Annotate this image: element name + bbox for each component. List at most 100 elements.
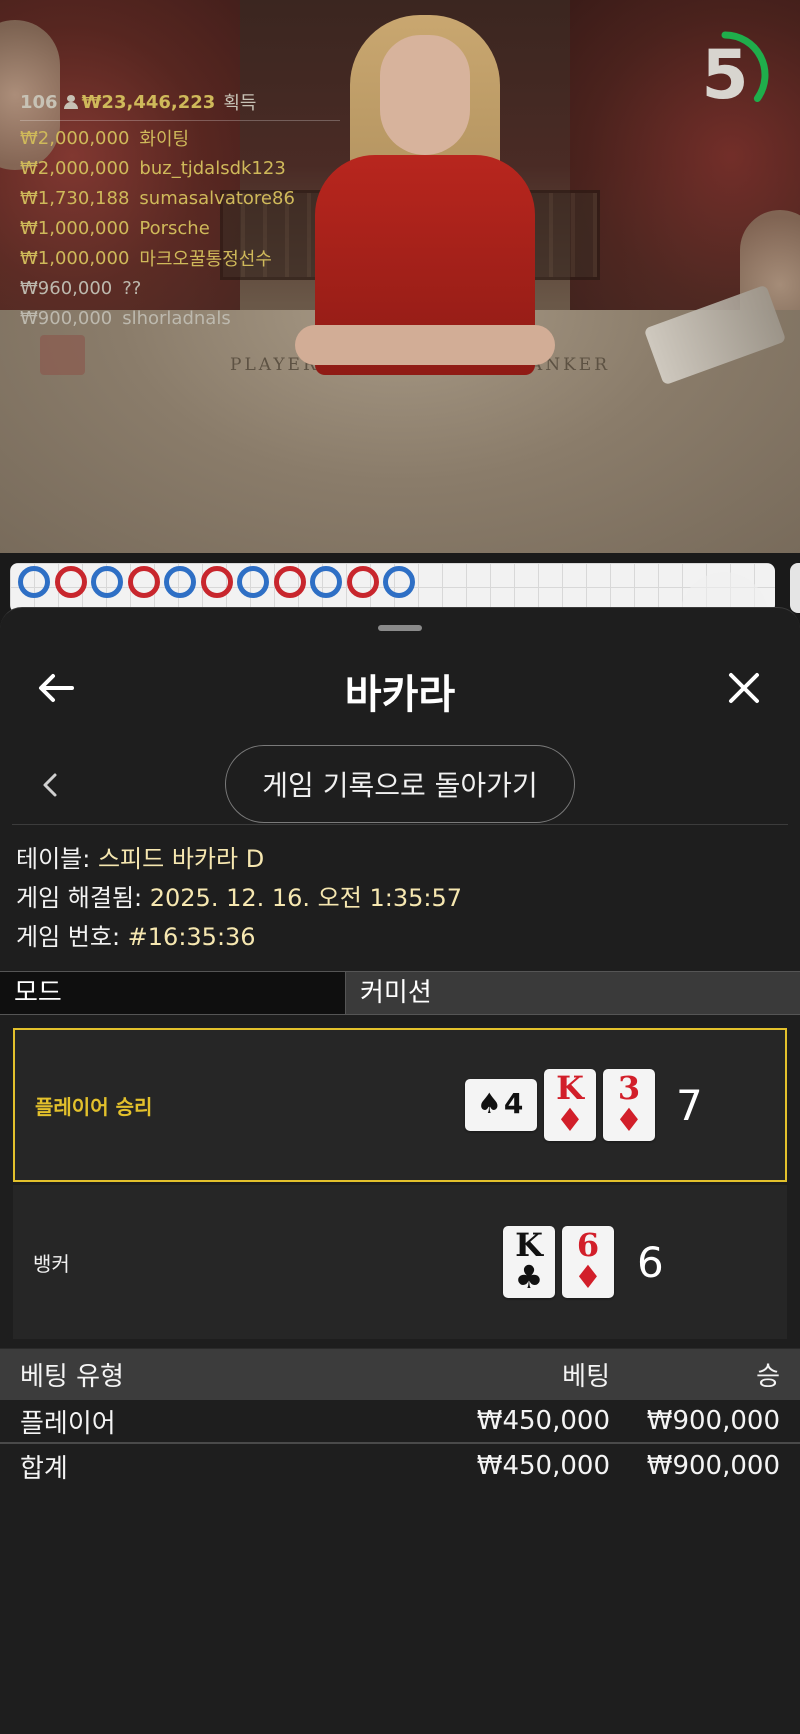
banker-bead — [200, 566, 233, 598]
leaderboard-amount: ₩1,000,000 — [20, 247, 130, 269]
list-item: ₩960,000?? — [20, 273, 340, 303]
table-info-value: 스피드 바카라 D — [97, 845, 265, 873]
sheet-header: 바카라 — [0, 648, 800, 728]
player-cards: ♠4 K ♦ 3 ♦ — [465, 1030, 655, 1180]
banker-result-label: 뱅커 — [33, 1251, 70, 1276]
leaderboard-divider — [20, 120, 340, 121]
list-item: ₩2,000,000 buz_tjdalsdk123 — [20, 153, 340, 183]
leaderboard-name: ?? — [122, 277, 142, 299]
card-suit-rank: ♠4 — [465, 1087, 537, 1120]
bet-type-cell: 플레이어 — [20, 1408, 116, 1439]
section-divider — [12, 824, 788, 825]
list-item: ₩2,000,000 화이팅 — [20, 123, 340, 153]
card-suit-icon: ♠ — [476, 1087, 504, 1120]
total-bet: ₩450,000 — [476, 1451, 610, 1481]
leaderboard-amount: ₩900,000 — [20, 307, 113, 329]
countdown-number: 5 — [701, 35, 749, 115]
leaderboard-amount: ₩1,730,188 — [20, 187, 130, 209]
player-bead — [18, 566, 50, 598]
playing-card: K ♦ — [544, 1069, 596, 1141]
playing-card: ♠4 — [465, 1079, 537, 1131]
leaderboard-name: Porsche — [139, 217, 210, 239]
player-count: 106 — [20, 91, 58, 113]
win-amount-cell: ₩900,000 — [646, 1406, 780, 1436]
banker-bead — [127, 566, 160, 598]
roadmap-edge — [790, 563, 800, 613]
total-win: ₩900,000 — [646, 1451, 780, 1481]
game-history-sheet: 바카라 게임 기록으로 돌아가기 테이블: 스피드 바카라 D 게임 해결됨: … — [0, 607, 800, 1734]
player-bead — [237, 566, 269, 598]
bet-amount-cell: ₩450,000 — [476, 1406, 610, 1436]
game-number-info: 게임 번호: #16:35:36 — [16, 918, 786, 957]
dealer-face — [380, 35, 470, 155]
leaderboard-amount: ₩2,000,000 — [20, 157, 130, 179]
player-result-panel: 플레이어 승리 ♠4 K ♦ 3 ♦ 7 — [13, 1028, 787, 1182]
bead-roadmap[interactable] — [10, 563, 775, 613]
leaderboard-name: slhorladnals — [122, 307, 231, 329]
leaderboard-name: buz_tjdalsdk123 — [139, 157, 286, 179]
mode-tabs: 모드 커미션 — [0, 971, 800, 1015]
card-suit-icon: ♣ — [514, 1258, 544, 1296]
back-to-history-button[interactable]: 게임 기록으로 돌아가기 — [225, 745, 575, 823]
won-label: 획득 — [223, 93, 257, 114]
sheet-drag-handle[interactable] — [378, 625, 422, 631]
live-video-feed: PLAYER BANKER 106 ₩23,446,223 획득 ₩2,000,… — [0, 0, 800, 553]
list-item: ₩1,730,188 sumasalvatore86 — [20, 183, 340, 213]
playing-card: 6 ♦ — [562, 1226, 614, 1298]
bet-type-header: 베팅 유형 — [20, 1362, 124, 1392]
close-icon[interactable] — [716, 660, 772, 716]
resolved-info: 게임 해결됨: 2025. 12. 16. 오전 1:35:57 — [16, 879, 786, 918]
list-item: ₩1,000,000 마크오꿀통정선수 — [20, 243, 340, 273]
banker-bead — [346, 566, 379, 598]
leaderboard-amount: ₩960,000 — [20, 277, 113, 299]
app-screen: PLAYER BANKER 106 ₩23,446,223 획득 ₩2,000,… — [0, 0, 800, 1734]
banker-result-panel: 뱅커 K ♣ 6 ♦ 6 — [13, 1185, 787, 1339]
playing-card: K ♣ — [503, 1226, 555, 1298]
banker-bead — [273, 566, 306, 598]
person-icon — [63, 95, 78, 109]
card-rank: 4 — [503, 1087, 526, 1120]
bet-amount-header: 베팅 — [562, 1362, 610, 1392]
table-info-label: 테이블: — [16, 845, 98, 873]
player-bead — [164, 566, 196, 598]
leaderboard-amount: ₩1,000,000 — [20, 217, 130, 239]
bets-total-row: 합계 ₩450,000 ₩900,000 — [0, 1444, 800, 1488]
bets-table: 베팅 유형 베팅 승 플레이어 ₩450,000 ₩900,000 합계 ₩45… — [0, 1348, 800, 1488]
leaderboard-name: 마크오꿀통정선수 — [139, 249, 272, 270]
banker-cards: K ♣ 6 ♦ — [503, 1185, 614, 1339]
total-label: 합계 — [20, 1453, 68, 1484]
game-info: 테이블: 스피드 바카라 D 게임 해결됨: 2025. 12. 16. 오전 … — [16, 840, 786, 957]
playing-card: 3 ♦ — [603, 1069, 655, 1141]
tab-commission[interactable]: 커미션 — [346, 972, 800, 1014]
bets-table-header: 베팅 유형 베팅 승 — [0, 1348, 800, 1400]
card-suit-icon: ♦ — [614, 1101, 644, 1139]
leaderboard-list: ₩2,000,000 화이팅 ₩2,000,000 buz_tjdalsdk123 ₩1… — [20, 123, 340, 333]
card-suit-icon: ♦ — [555, 1101, 585, 1139]
resolved-info-label: 게임 해결됨: — [16, 884, 150, 912]
banker-score: 6 — [637, 1237, 664, 1287]
game-number-value: #16:35:36 — [127, 923, 256, 951]
total-won: ₩23,446,223 — [81, 91, 216, 113]
player-result-label: 플레이어 승리 — [35, 1094, 153, 1119]
game-number-label: 게임 번호: — [16, 923, 128, 951]
banker-bead — [54, 566, 87, 598]
list-item: ₩900,000 slhorladnals — [20, 303, 340, 333]
tab-mode[interactable]: 모드 — [0, 972, 346, 1014]
player-score: 7 — [676, 1080, 703, 1130]
card-suit-icon: ♦ — [573, 1258, 603, 1296]
resolved-info-value: 2025. 12. 16. 오전 1:35:57 — [149, 884, 462, 912]
table-info: 테이블: 스피드 바카라 D — [16, 840, 786, 879]
bet-countdown: 5 — [680, 30, 770, 120]
discard-stack — [40, 335, 85, 375]
back-arrow-icon[interactable] — [28, 660, 84, 716]
leaderboard-amount: ₩2,000,000 — [20, 127, 130, 149]
player-bead — [91, 566, 123, 598]
leaderboard-name: sumasalvatore86 — [139, 187, 295, 209]
player-bead — [383, 566, 415, 598]
sheet-title: 바카라 — [344, 672, 456, 718]
winners-leaderboard: 106 ₩23,446,223 획득 ₩2,000,000 화이팅 ₩2,000,0… — [20, 90, 340, 333]
list-item: ₩1,000,000 Porsche — [20, 213, 340, 243]
leaderboard-header: 106 ₩23,446,223 획득 — [20, 90, 340, 115]
table-row: 플레이어 ₩450,000 ₩900,000 — [0, 1400, 800, 1444]
chevron-left-icon[interactable] — [22, 757, 78, 813]
